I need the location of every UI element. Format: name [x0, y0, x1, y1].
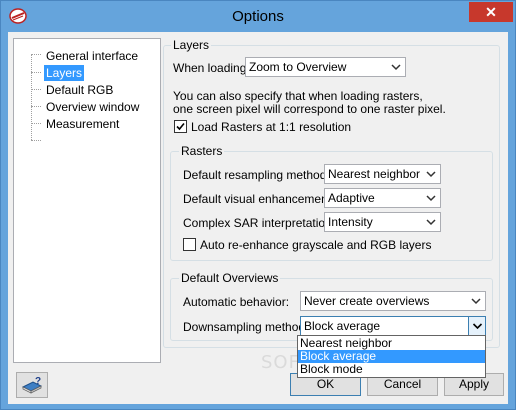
title-bar[interactable]: Options ✕ — [1, 1, 515, 32]
enhancement-select[interactable]: Adaptive — [324, 188, 441, 208]
behavior-select[interactable]: Never create overviews — [300, 291, 486, 311]
help-button[interactable]: ? — [16, 372, 48, 398]
tree-connector — [31, 106, 41, 107]
load-rasters-label: Load Rasters at 1:1 resolution — [191, 120, 352, 134]
resampling-label: Default resampling method: — [183, 168, 330, 182]
dropdown-option-block-mode[interactable]: Block mode — [298, 363, 485, 376]
behavior-label: Automatic behavior: — [183, 295, 290, 309]
resampling-value: Nearest neighbor — [328, 167, 421, 181]
tree-connector — [31, 89, 41, 90]
info-text-line1: You can also specify that when loading r… — [173, 89, 423, 103]
tree-item-general-interface[interactable]: General interface — [44, 48, 140, 64]
rasters-group-title: Rasters — [179, 144, 225, 158]
tree-connector — [31, 54, 32, 140]
dropdown-button[interactable] — [468, 317, 485, 335]
chevron-down-icon — [391, 64, 401, 71]
chevron-down-icon — [426, 195, 436, 202]
category-tree[interactable]: General interface Layers Default RGB Ove… — [13, 38, 161, 363]
options-window: Options ✕ General interface Layers Defau… — [0, 0, 516, 410]
tree-connector — [31, 72, 41, 73]
info-text-line2: one screen pixel will correspond to one … — [173, 102, 446, 116]
window-title: Options — [232, 8, 284, 25]
load-rasters-checkbox[interactable] — [174, 120, 187, 133]
sar-value: Intensity — [328, 215, 373, 229]
help-book-icon: ? — [21, 376, 43, 394]
enhancement-label: Default visual enhancement: — [183, 192, 335, 206]
chevron-down-icon — [426, 171, 436, 178]
chevron-down-icon — [472, 323, 483, 330]
close-button[interactable]: ✕ — [469, 2, 513, 22]
downsampling-value: Block average — [304, 319, 381, 333]
when-loading-select[interactable]: Zoom to Overview — [245, 57, 406, 77]
tree-item-default-rgb[interactable]: Default RGB — [44, 82, 115, 98]
behavior-value: Never create overviews — [304, 294, 430, 308]
chevron-down-icon — [426, 219, 436, 226]
tree-connector — [31, 140, 41, 141]
tree-connector — [31, 54, 41, 55]
auto-enhance-checkbox[interactable] — [183, 238, 196, 251]
chevron-down-icon — [471, 298, 481, 305]
sar-select[interactable]: Intensity — [324, 212, 441, 232]
tree-item-measurement[interactable]: Measurement — [44, 116, 121, 132]
tree-item-layers[interactable]: Layers — [44, 65, 85, 81]
check-icon — [176, 122, 185, 131]
downsampling-select[interactable]: Block average — [300, 316, 486, 336]
enhancement-value: Adaptive — [328, 191, 375, 205]
sar-label: Complex SAR interpretation: — [183, 216, 336, 230]
downsampling-label: Downsampling method: — [183, 320, 309, 334]
downsampling-dropdown-list[interactable]: Nearest neighbor Block average Block mod… — [297, 335, 486, 378]
when-loading-value: Zoom to Overview — [249, 60, 347, 74]
resampling-select[interactable]: Nearest neighbor — [324, 164, 441, 184]
tree-item-overview-window[interactable]: Overview window — [44, 99, 141, 115]
when-loading-label: When loading — [173, 61, 247, 75]
auto-enhance-label: Auto re-enhance grayscale and RGB layers — [200, 238, 432, 252]
overviews-group-title: Default Overviews — [179, 271, 281, 285]
tree-connector — [31, 123, 41, 124]
layers-panel: Layers When loading Zoom to Overview You… — [163, 38, 500, 348]
layers-group-title: Layers — [171, 38, 212, 52]
svg-text:?: ? — [35, 376, 41, 387]
